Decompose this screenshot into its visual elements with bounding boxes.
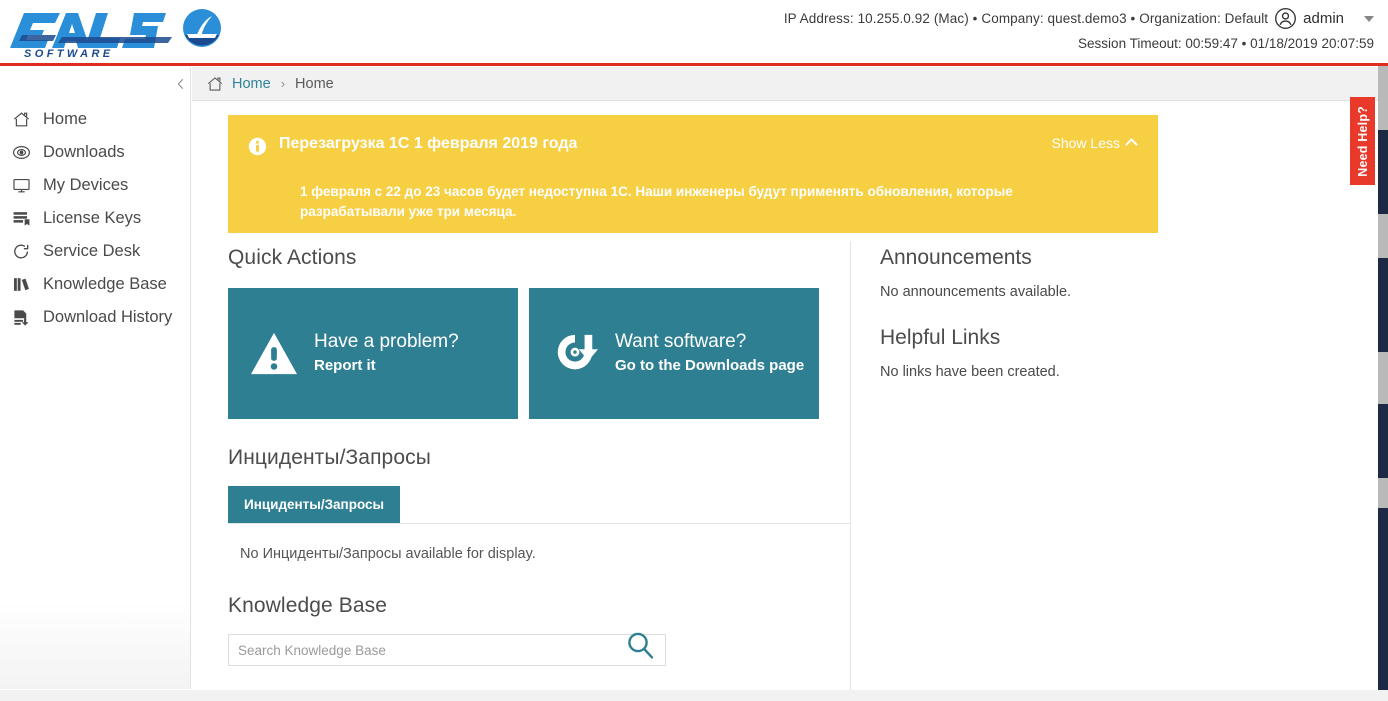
warning-triangle-icon <box>246 331 302 377</box>
incidents-empty-message: No Инциденты/Запросы available for displ… <box>240 546 536 562</box>
disc-download-icon <box>547 331 603 377</box>
search-input[interactable] <box>229 635 665 665</box>
chevron-up-icon <box>1125 138 1138 151</box>
tile-subtitle: Go to the Downloads page <box>615 356 805 374</box>
need-help-tab[interactable]: Need Help? <box>1350 97 1375 185</box>
sidebar-item-service-desk[interactable]: Service Desk <box>0 235 190 268</box>
sidebar-item-knowledge-base[interactable]: Knowledge Base <box>0 268 190 301</box>
incidents-tab-bar: Инциденты/Запросы <box>228 486 850 524</box>
user-avatar-icon[interactable] <box>1274 7 1297 30</box>
sidebar-item-label: License Keys <box>43 209 142 227</box>
banner-header-row: Перезагрузка 1С 1 февраля 2019 года Show… <box>248 135 1138 156</box>
page-scrollbar-track[interactable] <box>1378 66 1388 701</box>
sidebar-item-download-history[interactable]: Download History <box>0 301 190 334</box>
quick-actions-heading: Quick Actions <box>228 246 357 269</box>
announcement-banner: Перезагрузка 1С 1 февраля 2019 года Show… <box>228 115 1158 233</box>
main-sidebar: Home Downloads My Devices License Keys S… <box>0 67 191 689</box>
knowledge-base-search-box <box>228 632 666 666</box>
breadcrumb-current-page: Home <box>295 75 334 92</box>
page-root: SOFTWARE IP Address: 10.255.0.92 (Mac) •… <box>0 0 1388 701</box>
banner-body-text: 1 февраля с 22 до 23 часов будет недосту… <box>300 184 1013 219</box>
quick-actions-tiles: Have a problem? Report it Want software?… <box>228 288 850 419</box>
sidebar-item-home[interactable]: Home <box>0 103 190 136</box>
sidebar-item-label: Home <box>43 110 88 128</box>
admin-user-label[interactable]: admin <box>1303 10 1344 27</box>
tile-title: Have a problem? <box>314 330 459 352</box>
header-red-divider <box>0 63 1388 66</box>
home-icon <box>11 110 31 130</box>
breadcrumb-link-home[interactable]: Home <box>232 76 271 92</box>
session-timeout-info: Session Timeout: 00:59:47 • 01/18/2019 2… <box>1078 36 1374 51</box>
tile-text-block: Have a problem? Report it <box>314 331 459 376</box>
license-key-icon <box>11 209 31 229</box>
sidebar-item-label: Download History <box>43 308 173 326</box>
home-icon[interactable] <box>206 75 224 93</box>
announcements-heading: Announcements <box>880 246 1032 269</box>
incidents-section: Инциденты/Запросы Инциденты/Запросы No И… <box>228 446 850 562</box>
info-icon <box>248 137 267 156</box>
sidebar-item-label: My Devices <box>43 176 129 194</box>
header-info-area: IP Address: 10.255.0.92 (Mac) • Company:… <box>784 4 1374 51</box>
tile-want-software[interactable]: Want software? Go to the Downloads page <box>529 288 819 419</box>
logo-subtext: SOFTWARE <box>24 48 114 60</box>
header-account-row: IP Address: 10.255.0.92 (Mac) • Company:… <box>784 4 1374 32</box>
search-icon[interactable] <box>623 629 657 663</box>
sidebar-item-downloads[interactable]: Downloads <box>0 136 190 169</box>
sidebar-collapse-toggle[interactable] <box>171 73 191 95</box>
disc-icon <box>11 143 31 163</box>
page-scrollbar-thumb-quaternary[interactable] <box>1378 478 1388 508</box>
tab-incidents-requests[interactable]: Инциденты/Запросы <box>228 486 401 523</box>
need-help-label: Need Help? <box>1355 105 1370 177</box>
column-divider <box>850 241 851 701</box>
banner-show-less-toggle[interactable]: Show Less <box>1051 135 1138 151</box>
breadcrumb-separator: › <box>280 76 286 91</box>
page-scrollbar-thumb-secondary[interactable] <box>1378 214 1388 258</box>
breadcrumb: Home › Home <box>192 67 1388 101</box>
page-scrollbar-thumb-tertiary[interactable] <box>1378 352 1388 404</box>
helpful-links-heading: Helpful Links <box>880 326 1001 349</box>
announcements-empty-message: No announcements available. <box>880 284 1072 300</box>
helpful-links-empty-message: No links have been created. <box>880 364 1060 380</box>
knowledge-base-heading: Knowledge Base <box>228 594 388 617</box>
tile-text-block: Want software? Go to the Downloads page <box>615 331 804 376</box>
banner-toggle-label: Show Less <box>1051 135 1120 151</box>
chevron-down-icon[interactable] <box>1364 16 1374 22</box>
sidebar-item-label: Service Desk <box>43 242 141 260</box>
books-icon <box>11 275 31 295</box>
bottom-edge-band <box>0 690 1388 701</box>
main-content: Перезагрузка 1С 1 февраля 2019 года Show… <box>192 101 1372 701</box>
sidebar-item-my-devices[interactable]: My Devices <box>0 169 190 202</box>
gals-software-logo[interactable]: SOFTWARE <box>10 4 230 60</box>
knowledge-base-section: Knowledge Base Popular Articles <box>228 594 850 701</box>
monitor-icon <box>11 176 31 196</box>
right-column: Announcements No announcements available… <box>880 246 1310 380</box>
incidents-heading: Инциденты/Запросы <box>228 446 431 469</box>
helpful-links-block: Helpful Links No links have been created… <box>880 326 1310 380</box>
sidebar-item-label: Knowledge Base <box>43 275 167 293</box>
tile-title: Want software? <box>615 330 747 352</box>
banner-title: Перезагрузка 1С 1 февраля 2019 года <box>279 135 578 152</box>
tile-subtitle: Report it <box>314 356 376 374</box>
sidebar-item-license-keys[interactable]: License Keys <box>0 202 190 235</box>
sidebar-item-label: Downloads <box>43 143 125 161</box>
left-column: Quick Actions Have a problem? Report it <box>228 246 850 701</box>
page-scrollbar-thumb[interactable] <box>1378 66 1388 130</box>
header-system-info: IP Address: 10.255.0.92 (Mac) • Company:… <box>783 10 1269 26</box>
file-download-icon <box>11 308 31 328</box>
refresh-arrow-icon <box>11 242 31 262</box>
app-header: SOFTWARE IP Address: 10.255.0.92 (Mac) •… <box>0 0 1388 66</box>
tile-have-a-problem[interactable]: Have a problem? Report it <box>228 288 518 419</box>
